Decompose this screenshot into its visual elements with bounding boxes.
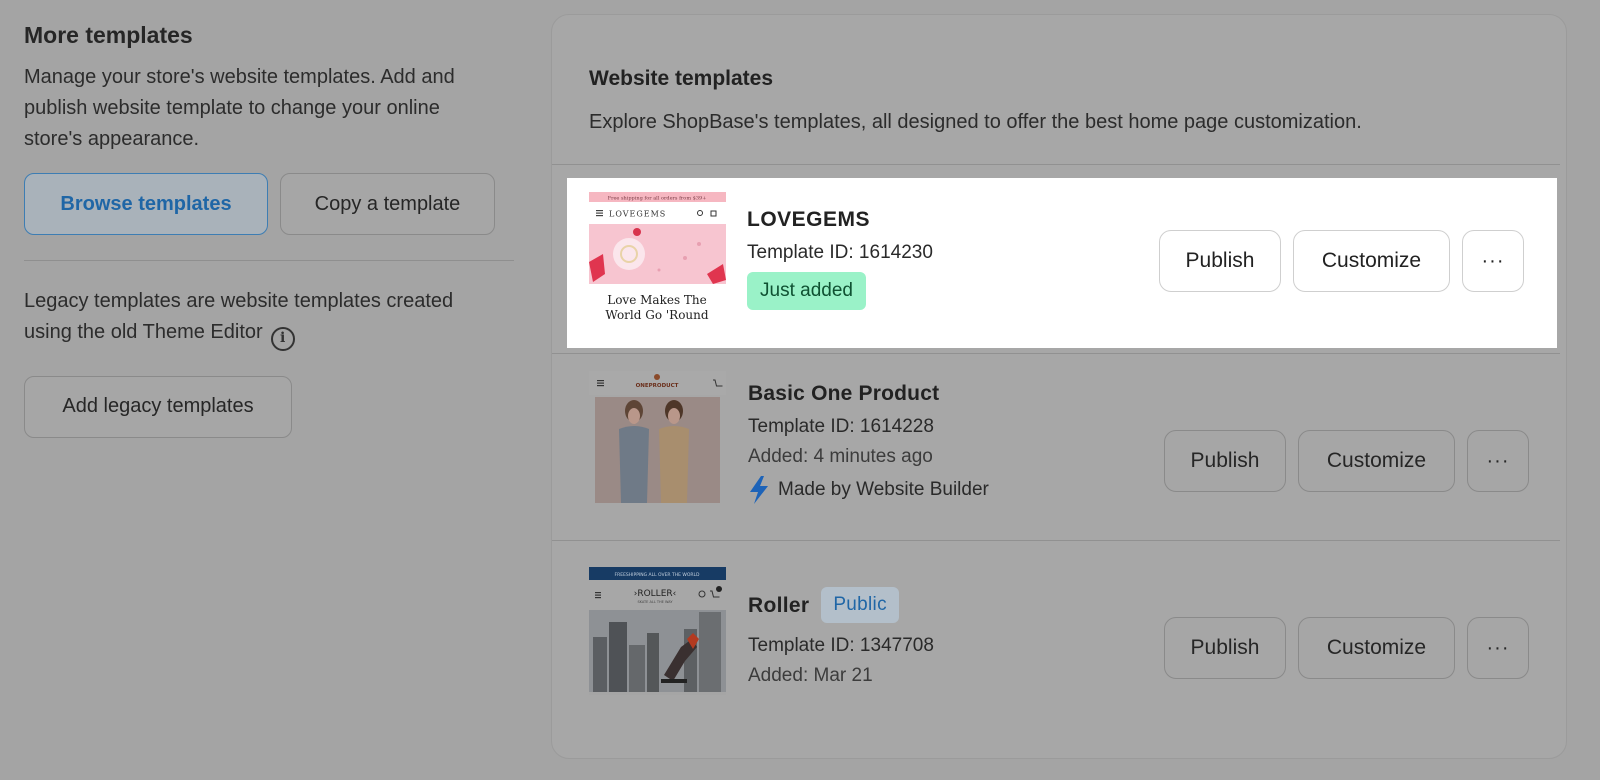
thumb-brand: ONEPRODUCT [636,383,679,389]
template-thumbnail: ONEPRODUCT [589,371,726,506]
legacy-text: Legacy templates are website templates c… [24,290,454,343]
template-thumbnail: Free shipping for all orders from $39+ L… [589,192,726,325]
thumb-banner: FREESHIPPING ALL OVER THE WORLD [615,572,701,578]
divider [552,164,1560,165]
divider [552,540,1560,541]
thumb-headline-1: Love Makes The [607,293,707,307]
card-title: Website templates [589,67,774,90]
divider [552,353,1560,354]
template-id: Template ID: 1347708 [748,635,934,656]
thumb-brand: ›ROLLER‹ [634,589,677,599]
divider [24,260,514,261]
thumb-headline-2: World Go 'Round [605,308,708,322]
template-actions: Publish Customize ··· [1164,617,1529,679]
publish-button[interactable]: Publish [1159,230,1281,292]
browse-templates-button[interactable]: Browse templates [24,173,268,235]
lightning-bolt-icon [750,476,768,504]
more-templates-title: More templates [24,22,193,48]
more-templates-description: Manage your store's website templates. A… [24,66,455,150]
more-options-button[interactable]: ··· [1462,230,1524,292]
website-templates-card: Website templates Explore ShopBase's tem… [551,14,1567,759]
thumb-brand: LOVEGEMS [609,210,666,219]
roller-preview-image: FREESHIPPING ALL OVER THE WORLD ›ROLLER‹… [589,567,726,692]
template-info: LOVEGEMS Template ID: 1614230 Just added [747,208,933,310]
template-name: Basic One Product [748,382,940,405]
just-added-badge: Just added [747,272,866,310]
template-actions: Browse templates Copy a template [24,173,514,235]
template-id: Template ID: 1614230 [747,242,933,263]
copy-template-button[interactable]: Copy a template [280,173,495,235]
publish-button[interactable]: Publish [1164,430,1286,492]
template-actions: Publish Customize ··· [1164,430,1529,492]
added-date: Added: Mar 21 [748,665,873,686]
info-icon[interactable]: i [270,326,295,351]
thumb-tagline: SKATE ALL THE WAY [637,600,673,604]
more-options-button[interactable]: ··· [1467,430,1529,492]
more-options-button[interactable]: ··· [1467,617,1529,679]
customize-button[interactable]: Customize [1298,617,1455,679]
more-templates-panel: More templates Manage your store's websi… [24,20,514,438]
template-row-roller: FREESHIPPING ALL OVER THE WORLD ›ROLLER‹… [552,567,1562,717]
template-name: Roller [748,594,810,617]
customize-button[interactable]: Customize [1298,430,1455,492]
basic-one-product-preview-image: ONEPRODUCT [589,371,726,503]
customize-button[interactable]: Customize [1293,230,1450,292]
template-row-basic-one-product: ONEPRODUCT Basic One Product Template ID… [552,371,1562,531]
template-id: Template ID: 1614228 [748,416,934,437]
template-info: Roller Public Template ID: 1347708 Added:… [748,587,934,687]
public-badge: Public [821,587,899,623]
card-subtitle: Explore ShopBase's templates, all design… [589,111,1362,133]
add-legacy-templates-button[interactable]: Add legacy templates [24,375,292,438]
builder-label: Made by Website Builder [778,479,989,500]
template-actions: Publish Customize ··· [1159,230,1524,292]
made-by-website-builder: Made by Website Builder [748,476,989,504]
publish-button[interactable]: Publish [1164,617,1286,679]
legacy-description: Legacy templates are website templates c… [24,286,494,351]
template-name-row: Roller Public [748,587,934,623]
lovegems-preview-image: Free shipping for all orders from $39+ L… [589,192,726,325]
template-thumbnail: FREESHIPPING ALL OVER THE WORLD ›ROLLER‹… [589,567,726,695]
template-info: Basic One Product Template ID: 1614228 A… [748,382,989,504]
template-name: LOVEGEMS [747,208,871,231]
template-row-lovegems: Free shipping for all orders from $39+ L… [567,178,1557,348]
thumb-banner: Free shipping for all orders from $39+ [608,196,707,202]
added-time: Added: 4 minutes ago [748,446,933,467]
